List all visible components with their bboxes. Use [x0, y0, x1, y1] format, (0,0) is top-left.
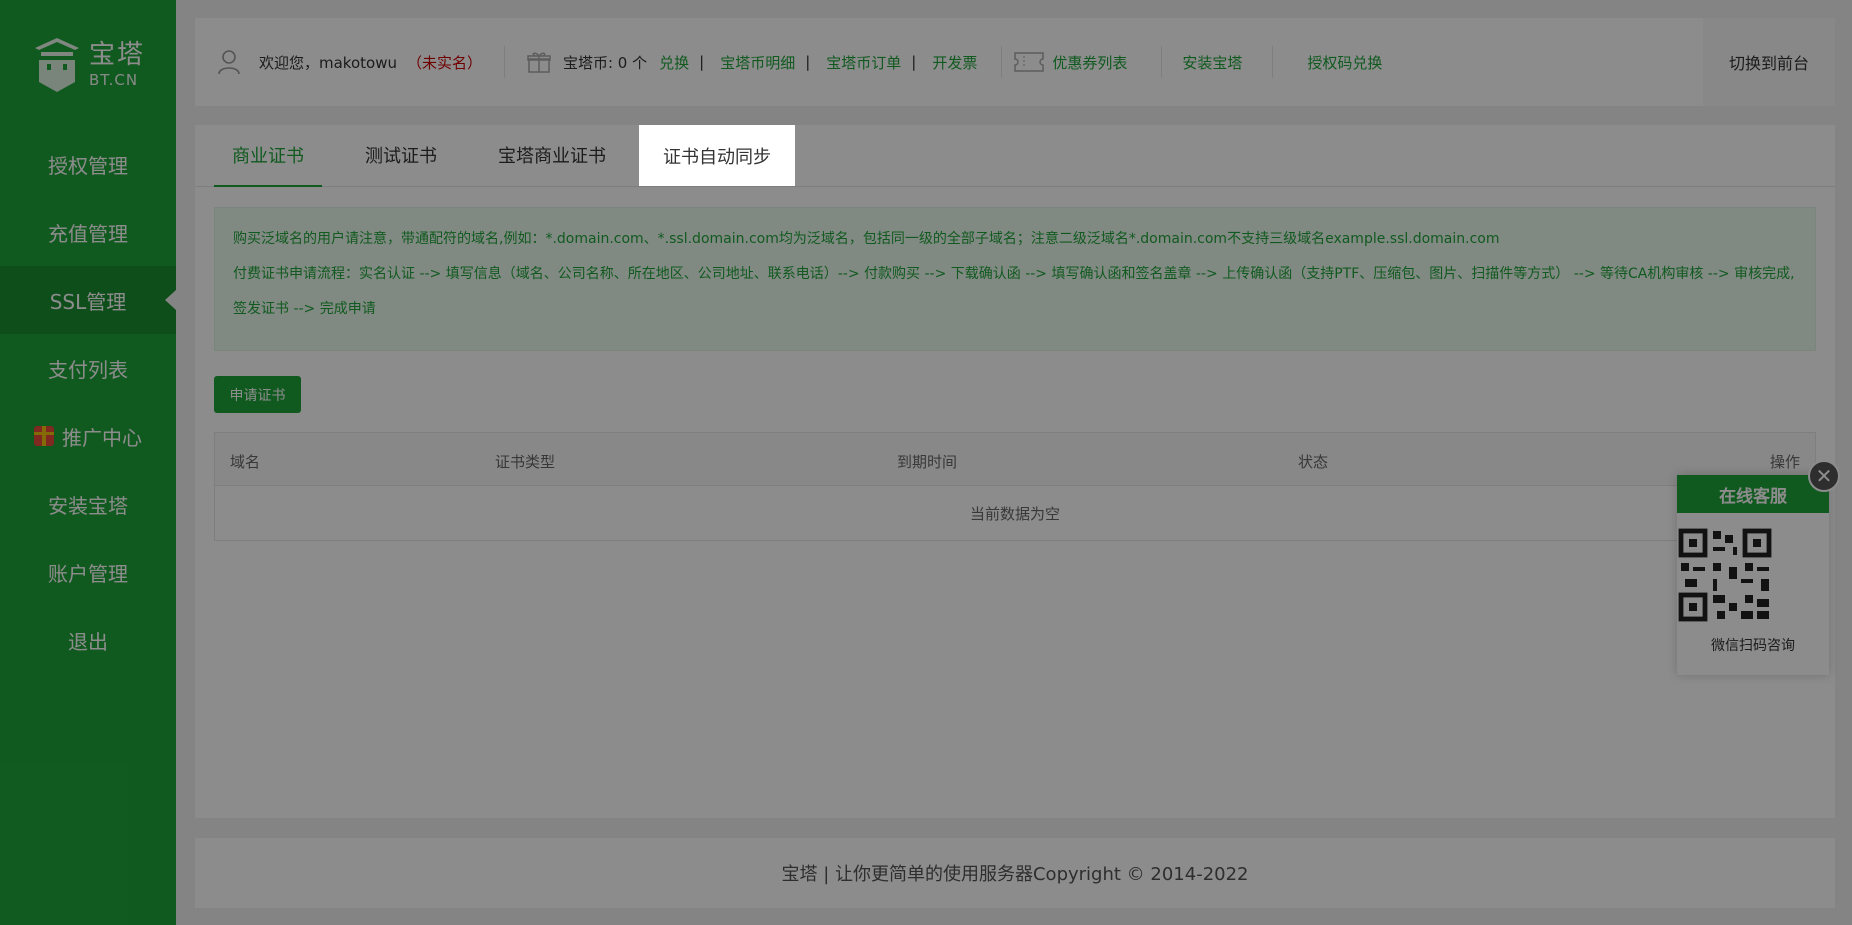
modal-overlay[interactable]	[0, 0, 1852, 925]
tab-cert-auto-sync[interactable]: 证书自动同步	[639, 125, 795, 186]
